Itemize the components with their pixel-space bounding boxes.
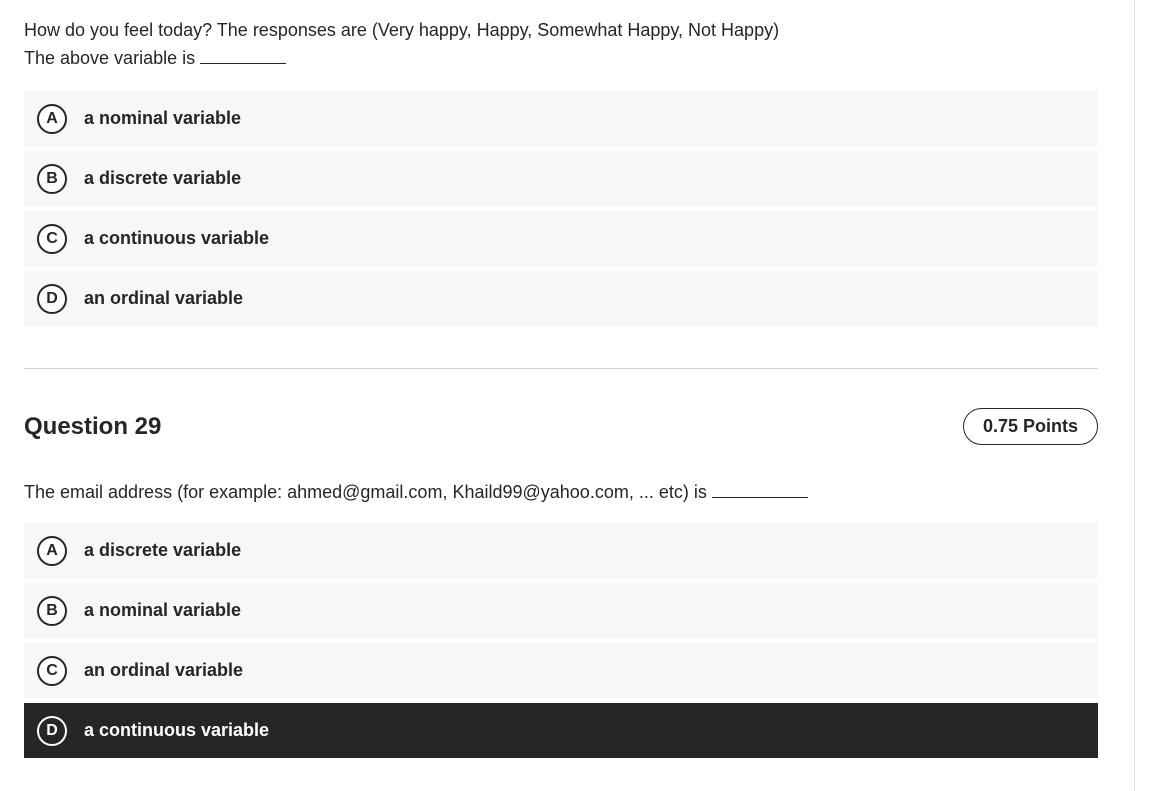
- answer-blank: [200, 46, 287, 64]
- option-label: a continuous variable: [84, 228, 270, 248]
- question-title: Question 29: [24, 412, 162, 440]
- option-label: an ordinal variable: [84, 660, 244, 680]
- option-letter: B: [37, 163, 67, 194]
- answer-blank: [711, 480, 808, 498]
- question-28-options: A a nominal variable B a discrete variab…: [24, 91, 1098, 326]
- question-28: How do you feel today? The responses are…: [24, 16, 1098, 72]
- option-b[interactable]: B a nominal variable: [24, 583, 1098, 638]
- option-letter: B: [37, 595, 67, 626]
- points-badge: 0.75 Points: [963, 408, 1098, 445]
- question-divider: [24, 368, 1098, 369]
- question-text-line-1: How do you feel today? The responses are…: [24, 20, 780, 40]
- question-text-line-2: The above variable is: [24, 44, 1098, 72]
- question-text: How do you feel today? The responses are…: [24, 16, 1098, 72]
- option-a[interactable]: A a nominal variable: [24, 91, 1098, 146]
- option-label: a discrete variable: [84, 540, 242, 560]
- option-label: a continuous variable: [84, 720, 270, 740]
- option-d[interactable]: D an ordinal variable: [24, 271, 1098, 326]
- option-letter: D: [37, 283, 67, 314]
- option-c[interactable]: C an ordinal variable: [24, 643, 1098, 698]
- option-label: a nominal variable: [84, 600, 242, 620]
- question-text: The email address (for example: ahmed@gm…: [24, 478, 1098, 506]
- option-b[interactable]: B a discrete variable: [24, 151, 1098, 206]
- option-letter: C: [37, 655, 67, 686]
- scroll-area-border: [1134, 0, 1135, 791]
- quiz-page: How do you feel today? The responses are…: [0, 0, 1161, 791]
- option-label: an ordinal variable: [84, 288, 244, 308]
- option-label: a discrete variable: [84, 168, 242, 188]
- option-letter: A: [37, 535, 67, 566]
- question-29-options: A a discrete variable B a nominal variab…: [24, 523, 1098, 758]
- option-d-selected[interactable]: D a continuous variable: [24, 703, 1098, 758]
- option-label: a nominal variable: [84, 108, 242, 128]
- option-letter: D: [37, 715, 67, 746]
- option-c[interactable]: C a continuous variable: [24, 211, 1098, 266]
- option-letter: C: [37, 223, 67, 254]
- option-letter: A: [37, 103, 67, 134]
- option-a[interactable]: A a discrete variable: [24, 523, 1098, 578]
- question-29-header: Question 29 0.75 Points: [24, 408, 1098, 445]
